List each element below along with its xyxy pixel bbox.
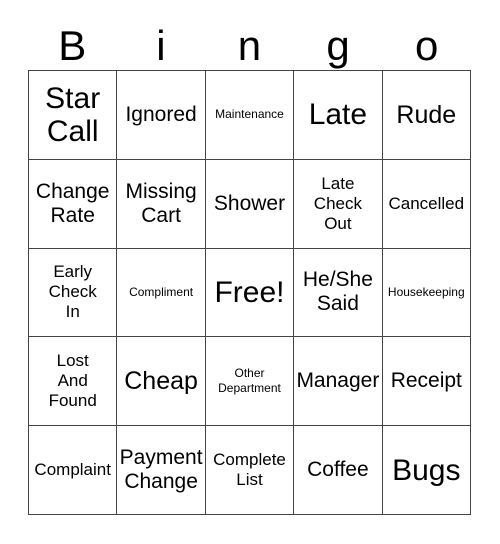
bingo-cell-label: Housekeeping: [387, 284, 465, 299]
bingo-cell-r0-c2[interactable]: Maintenance: [205, 71, 295, 160]
bingo-cell-label: Other Department: [218, 366, 281, 396]
bingo-cell-r0-c0[interactable]: Star Call: [29, 71, 118, 160]
bingo-title: Bi n g o: [28, 14, 471, 68]
bingo-cell-label: Cancelled: [388, 193, 465, 213]
bingo-cell-r3-c0[interactable]: Lost And Found: [29, 337, 118, 427]
bingo-cell-label: Receipt: [390, 369, 462, 393]
bingo-cell-r2-c1[interactable]: Compliment: [117, 248, 206, 338]
bingo-cell-r1-c4[interactable]: Cancelled: [382, 159, 471, 249]
bingo-cell-r2-c4[interactable]: Housekeeping: [382, 248, 471, 338]
bingo-cell-label: Star Call: [45, 81, 101, 148]
bingo-cell-r4-c4[interactable]: Bugs: [382, 426, 471, 515]
bingo-cell-r1-c0[interactable]: Change Rate: [29, 159, 118, 249]
bingo-cell-label: Compliment: [129, 284, 194, 299]
bingo-cell-label: Missing Cart: [125, 179, 197, 227]
bingo-cell-label: Lost And Found: [48, 351, 97, 411]
bingo-cell-r1-c3[interactable]: Late Check Out: [294, 159, 383, 249]
bingo-cell-r3-c1[interactable]: Cheap: [117, 337, 206, 427]
bingo-cell-label: Complete List: [213, 450, 286, 490]
bingo-card: Bi n g o Star Call Ignored Maintenance Late Rud…: [0, 0, 500, 544]
bingo-cell-label: Coffee: [307, 458, 369, 482]
bingo-cell-label: Cheap: [124, 367, 198, 396]
bingo-cell-r2-c0[interactable]: Early Check In: [29, 248, 118, 338]
bingo-cell-r0-c4[interactable]: Rude: [382, 71, 471, 160]
bingo-cell-label: Manager: [296, 369, 380, 393]
bingo-cell-label: Shower: [213, 191, 286, 215]
bingo-cell-r2-c3[interactable]: He/She Said: [294, 248, 383, 338]
bingo-cell-r4-c3[interactable]: Coffee: [294, 426, 383, 515]
bingo-cell-label: Late: [308, 98, 368, 132]
bingo-grid: Star Call Ignored Maintenance Late Rude Chang…: [28, 70, 471, 515]
bingo-cell-label: Late Check Out: [313, 173, 362, 233]
bingo-cell-label: Payment Change: [119, 446, 203, 494]
bingo-cell-label: Free!: [214, 275, 285, 309]
bingo-cell-r3-c4[interactable]: Receipt: [382, 337, 471, 427]
bingo-cell-label: Complaint: [34, 460, 111, 480]
bingo-cell-r1-c2[interactable]: Shower: [205, 159, 295, 249]
bingo-cell-r2-c2[interactable]: Free!: [205, 248, 295, 338]
bingo-title-letter-1: i: [156, 22, 166, 69]
bingo-cell-label: He/She Said: [302, 268, 373, 316]
bingo-cell-label: Rude: [396, 100, 457, 129]
bingo-cell-r3-c2[interactable]: Other Department: [205, 337, 295, 427]
bingo-cell-r0-c3[interactable]: Late: [294, 71, 383, 160]
bingo-cell-label: Change Rate: [35, 179, 110, 227]
bingo-cell-r1-c1[interactable]: Missing Cart: [117, 159, 206, 249]
bingo-title-letter-4: o: [414, 22, 439, 69]
bingo-cell-r4-c2[interactable]: Complete List: [205, 426, 295, 515]
bingo-cell-r0-c1[interactable]: Ignored: [117, 71, 206, 160]
bingo-title-letter-2: n: [237, 22, 262, 69]
bingo-cell-label: Early Check In: [48, 262, 97, 322]
bingo-cell-r4-c1[interactable]: Payment Change: [117, 426, 206, 515]
bingo-cell-label: Maintenance: [215, 107, 284, 122]
bingo-title-letter-0: B: [58, 22, 87, 69]
bingo-cell-r4-c0[interactable]: Complaint: [29, 426, 118, 515]
bingo-cell-label: Ignored: [125, 102, 197, 126]
bingo-title-letter-3: g: [326, 22, 350, 69]
bingo-cell-label: Bugs: [392, 453, 461, 487]
bingo-cell-r3-c3[interactable]: Manager: [294, 337, 383, 427]
